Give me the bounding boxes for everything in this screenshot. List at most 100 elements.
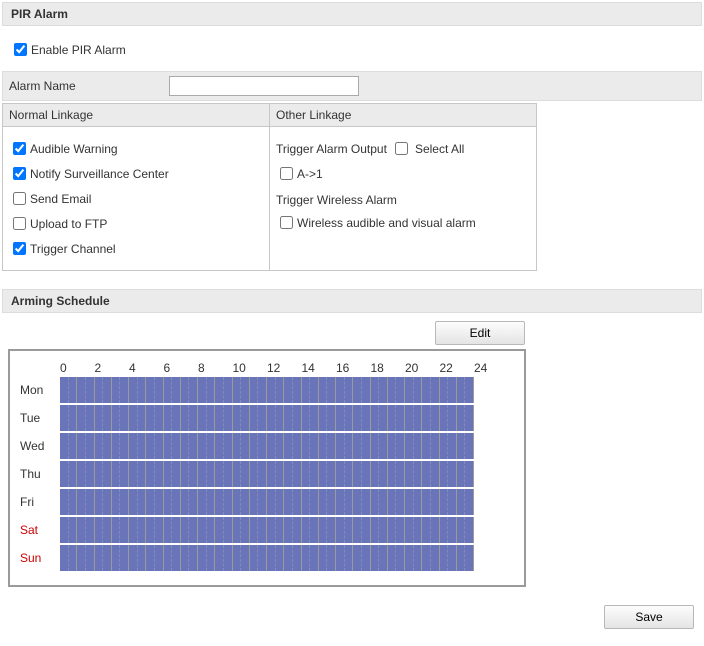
- day-bar[interactable]: [60, 433, 474, 459]
- schedule-cell[interactable]: [164, 433, 173, 459]
- schedule-cell[interactable]: [327, 433, 336, 459]
- schedule-cell[interactable]: [448, 377, 457, 403]
- day-bar[interactable]: [60, 545, 474, 571]
- schedule-cell[interactable]: [77, 433, 86, 459]
- schedule-cell[interactable]: [362, 405, 371, 431]
- schedule-cell[interactable]: [69, 433, 78, 459]
- schedule-cell[interactable]: [77, 377, 86, 403]
- schedule-cell[interactable]: [224, 433, 233, 459]
- schedule-cell[interactable]: [379, 517, 388, 543]
- schedule-cell[interactable]: [207, 517, 216, 543]
- schedule-cell[interactable]: [388, 433, 397, 459]
- schedule-cell[interactable]: [146, 489, 155, 515]
- schedule-cell[interactable]: [310, 405, 319, 431]
- schedule-cell[interactable]: [233, 377, 242, 403]
- schedule-cell[interactable]: [465, 377, 474, 403]
- schedule-cell[interactable]: [250, 545, 259, 571]
- schedule-cell[interactable]: [164, 377, 173, 403]
- schedule-cell[interactable]: [336, 433, 345, 459]
- schedule-cell[interactable]: [448, 405, 457, 431]
- schedule-cell[interactable]: [327, 461, 336, 487]
- schedule-cell[interactable]: [241, 517, 250, 543]
- schedule-cell[interactable]: [362, 489, 371, 515]
- schedule-cell[interactable]: [233, 489, 242, 515]
- schedule-cell[interactable]: [198, 433, 207, 459]
- schedule-cell[interactable]: [215, 461, 224, 487]
- schedule-cell[interactable]: [233, 545, 242, 571]
- schedule-cell[interactable]: [138, 433, 147, 459]
- schedule-cell[interactable]: [138, 545, 147, 571]
- schedule-cell[interactable]: [345, 517, 354, 543]
- schedule-cell[interactable]: [276, 489, 285, 515]
- schedule-cell[interactable]: [284, 489, 293, 515]
- schedule-cell[interactable]: [388, 545, 397, 571]
- schedule-cell[interactable]: [319, 489, 328, 515]
- schedule-cell[interactable]: [224, 517, 233, 543]
- schedule-cell[interactable]: [95, 433, 104, 459]
- schedule-cell[interactable]: [310, 461, 319, 487]
- schedule-cell[interactable]: [405, 545, 414, 571]
- schedule-cell[interactable]: [336, 377, 345, 403]
- schedule-cell[interactable]: [414, 405, 423, 431]
- schedule-cell[interactable]: [371, 461, 380, 487]
- schedule-cell[interactable]: [146, 405, 155, 431]
- normal-linkage-checkbox[interactable]: [13, 192, 26, 205]
- schedule-cell[interactable]: [181, 433, 190, 459]
- schedule-cell[interactable]: [422, 433, 431, 459]
- schedule-cell[interactable]: [379, 377, 388, 403]
- schedule-cell[interactable]: [422, 461, 431, 487]
- schedule-cell[interactable]: [146, 461, 155, 487]
- schedule-cell[interactable]: [465, 489, 474, 515]
- day-bar[interactable]: [60, 517, 474, 543]
- schedule-cell[interactable]: [77, 489, 86, 515]
- schedule-cell[interactable]: [155, 545, 164, 571]
- schedule-cell[interactable]: [103, 545, 112, 571]
- schedule-cell[interactable]: [129, 517, 138, 543]
- schedule-cell[interactable]: [302, 377, 311, 403]
- schedule-cell[interactable]: [405, 377, 414, 403]
- schedule-cell[interactable]: [189, 545, 198, 571]
- schedule-cell[interactable]: [120, 517, 129, 543]
- schedule-cell[interactable]: [345, 377, 354, 403]
- schedule-cell[interactable]: [172, 489, 181, 515]
- schedule-cell[interactable]: [405, 489, 414, 515]
- schedule-cell[interactable]: [258, 489, 267, 515]
- schedule-cell[interactable]: [302, 405, 311, 431]
- schedule-cell[interactable]: [189, 489, 198, 515]
- schedule-cell[interactable]: [112, 489, 121, 515]
- schedule-cell[interactable]: [371, 545, 380, 571]
- schedule-cell[interactable]: [86, 517, 95, 543]
- schedule-cell[interactable]: [379, 489, 388, 515]
- schedule-cell[interactable]: [69, 545, 78, 571]
- schedule-cell[interactable]: [207, 377, 216, 403]
- schedule-cell[interactable]: [353, 377, 362, 403]
- schedule-cell[interactable]: [388, 489, 397, 515]
- schedule-cell[interactable]: [69, 405, 78, 431]
- schedule-cell[interactable]: [267, 545, 276, 571]
- schedule-cell[interactable]: [112, 461, 121, 487]
- schedule-cell[interactable]: [431, 545, 440, 571]
- schedule-cell[interactable]: [155, 433, 164, 459]
- schedule-cell[interactable]: [371, 517, 380, 543]
- schedule-cell[interactable]: [448, 433, 457, 459]
- schedule-cell[interactable]: [258, 517, 267, 543]
- schedule-cell[interactable]: [181, 405, 190, 431]
- schedule-cell[interactable]: [215, 489, 224, 515]
- schedule-cell[interactable]: [258, 377, 267, 403]
- schedule-cell[interactable]: [250, 517, 259, 543]
- schedule-cell[interactable]: [457, 545, 466, 571]
- wireless-av-checkbox[interactable]: [280, 216, 293, 229]
- schedule-cell[interactable]: [362, 377, 371, 403]
- schedule-cell[interactable]: [327, 405, 336, 431]
- schedule-cell[interactable]: [198, 377, 207, 403]
- schedule-cell[interactable]: [457, 405, 466, 431]
- schedule-cell[interactable]: [422, 489, 431, 515]
- schedule-cell[interactable]: [440, 377, 449, 403]
- schedule-cell[interactable]: [293, 405, 302, 431]
- schedule-cell[interactable]: [207, 433, 216, 459]
- schedule-cell[interactable]: [414, 545, 423, 571]
- schedule-cell[interactable]: [396, 545, 405, 571]
- schedule-cell[interactable]: [319, 377, 328, 403]
- schedule-cell[interactable]: [129, 377, 138, 403]
- schedule-cell[interactable]: [155, 377, 164, 403]
